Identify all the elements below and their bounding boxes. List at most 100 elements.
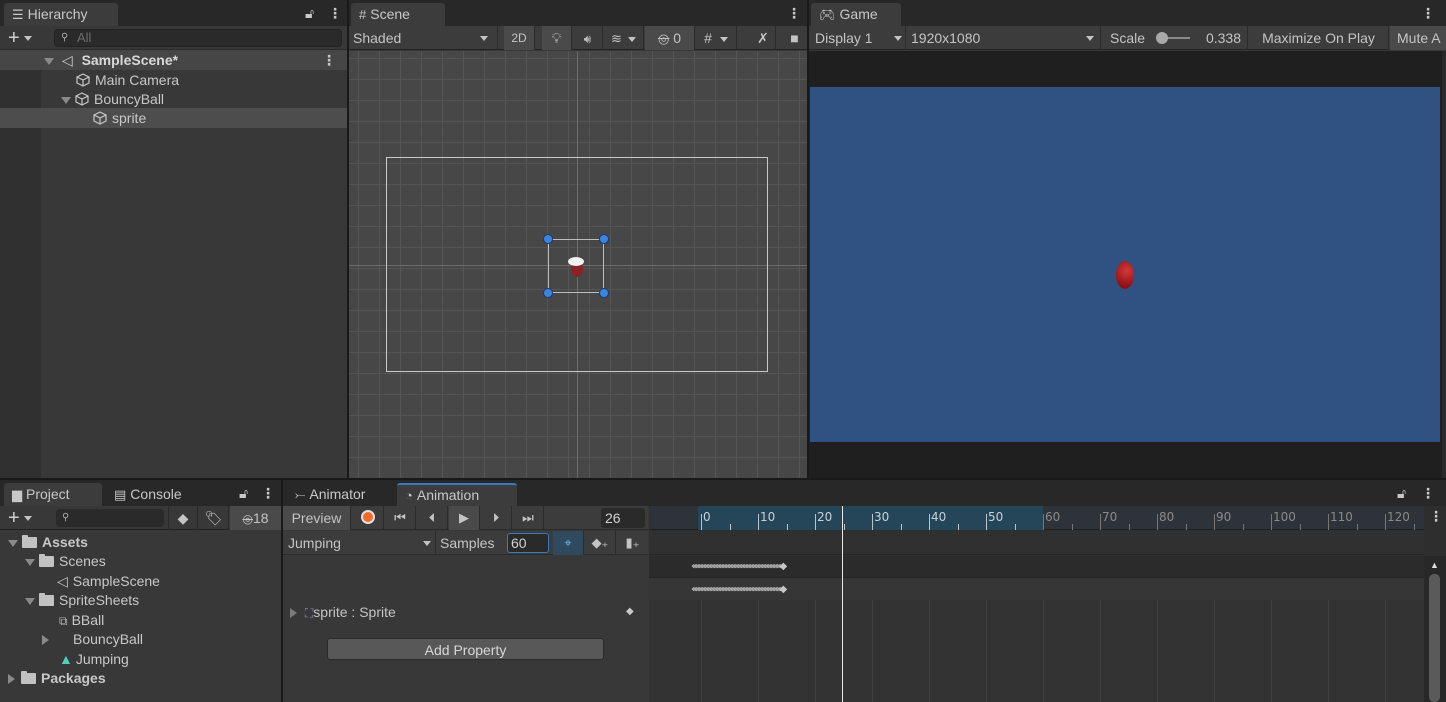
add-keyframe-button[interactable]: ◆₊	[585, 531, 616, 555]
add-event-button[interactable]: ▮₊	[617, 531, 648, 555]
hierarchy-search-input[interactable]: ⚲ All	[54, 29, 342, 47]
record-button[interactable]	[352, 506, 384, 530]
game-scrollbar[interactable]	[1442, 51, 1446, 478]
preview-toggle[interactable]: Preview	[283, 506, 351, 530]
audio-toggle[interactable]: 🔊︎	[573, 26, 603, 50]
tab-scene[interactable]: # Scene	[351, 3, 445, 26]
scale-slider-thumb[interactable]	[1156, 32, 1168, 44]
project-item-samplescene[interactable]: ◁ SampleScene	[0, 572, 281, 591]
hidden-count: 18	[252, 510, 269, 526]
lock-icon[interactable]: 🔓︎	[239, 483, 248, 503]
maximize-on-play-toggle[interactable]: Maximize On Play	[1249, 26, 1389, 50]
project-item-spritesheets[interactable]: SpriteSheets	[0, 591, 281, 610]
more-menu-icon[interactable]: ⋮	[261, 483, 275, 503]
scene-viewport[interactable]	[349, 51, 807, 478]
camera-button[interactable]: ■	[782, 26, 807, 50]
lock-icon[interactable]: 🔓︎	[305, 3, 314, 23]
display-dropdown[interactable]: Display 1	[809, 26, 906, 50]
clip-dropdown[interactable]: Jumping	[283, 531, 436, 555]
hierarchy-item-samplescene[interactable]: ◁ SampleScene* ⋮	[0, 50, 347, 70]
timeline[interactable]: 0 10 20 30 40 50 60 70 80 90 100 110 120 ⋮ ‹‹‹‹‹‹‹‹‹…	[649, 506, 1446, 702]
grid-snap-dropdown[interactable]: #	[696, 26, 737, 50]
mute-audio-toggle[interactable]: Mute A	[1390, 26, 1446, 50]
expand-arrow-icon[interactable]	[25, 597, 35, 605]
expand-arrow-icon[interactable]	[290, 608, 297, 619]
summary-keyframes[interactable]: ‹‹‹‹‹‹‹‹‹‹‹‹‹‹‹‹‹‹‹‹‹‹‹‹‹‹‹‹‹‹‹‹‹‹‹‹‹‹‹‹…	[691, 560, 1041, 574]
first-keyframe-button[interactable]: ⏮	[385, 506, 416, 530]
expand-arrow-icon[interactable]	[42, 635, 49, 646]
tab-animation[interactable]: ◔ Animation	[397, 483, 517, 506]
scroll-up-arrow-icon[interactable]: ▲	[1430, 560, 1439, 570]
expand-arrow-icon[interactable]	[25, 558, 35, 566]
hidden-packages-toggle[interactable]: ◎18	[230, 506, 281, 530]
project-item-bball[interactable]: ⧉ BBall	[0, 611, 281, 630]
keyframe-diamond-icon[interactable]: ◆	[626, 602, 634, 622]
lighting-toggle[interactable]: 💡︎	[542, 26, 572, 50]
tab-game[interactable]: 🎮︎ Game	[811, 3, 901, 26]
tab-console[interactable]: ▤ Console	[106, 483, 206, 506]
tab-project[interactable]: ▆ Project	[4, 483, 102, 506]
property-keyframes[interactable]: ‹‹‹‹‹‹‹‹‹‹‹‹‹‹‹‹‹‹‹‹‹‹‹‹‹‹‹‹‹‹‹‹‹‹‹‹‹‹‹‹…	[691, 583, 1041, 597]
more-menu-icon[interactable]: ⋮	[1421, 483, 1435, 503]
scene-visibility-toggle[interactable]: ◎ 0	[645, 26, 695, 50]
effects-dropdown[interactable]: ≋	[604, 26, 644, 50]
expand-arrow-icon[interactable]	[8, 539, 18, 547]
play-button[interactable]: ▶	[449, 506, 480, 530]
rect-handle-top-right[interactable]	[599, 234, 609, 244]
playhead[interactable]	[841, 506, 843, 702]
hierarchy-item-sprite[interactable]: sprite	[0, 108, 347, 128]
project-search-input[interactable]: ⚲	[56, 509, 164, 527]
game-render[interactable]	[810, 87, 1440, 442]
more-menu-icon[interactable]: ⋮	[328, 3, 342, 23]
project-item-label: BBall	[71, 612, 105, 628]
resolution-dropdown[interactable]: 1920x1080	[907, 26, 1101, 50]
last-keyframe-button[interactable]: ⏭	[513, 506, 544, 530]
hidden-eye-icon: ◎	[657, 31, 670, 46]
create-dropdown-button[interactable]: +	[8, 26, 32, 50]
timeline-ruler[interactable]: 0 10 20 30 40 50 60 70 80 90 100 110 120	[649, 506, 1424, 530]
project-item-packages[interactable]: Packages	[0, 669, 281, 688]
tab-animator[interactable]: ⤚ Animator	[287, 483, 395, 506]
expand-arrow-icon[interactable]	[8, 674, 15, 685]
project-item-bouncyball[interactable]: BouncyBall	[0, 630, 281, 649]
tools-button[interactable]: ✗	[751, 26, 776, 50]
snap-keyframes-toggle[interactable]: ⌖	[553, 531, 584, 555]
more-menu-icon[interactable]: ⋮	[1421, 3, 1435, 23]
lightbulb-icon: 💡︎	[551, 30, 562, 46]
ruler-menu-icon[interactable]: ⋮	[1429, 508, 1443, 525]
rect-handle-bottom-right[interactable]	[599, 288, 609, 298]
chevron-down-icon	[480, 36, 488, 41]
toggle-2d-button[interactable]: 2D	[504, 26, 535, 50]
rect-handle-bottom-left[interactable]	[543, 288, 553, 298]
scrollbar-thumb[interactable]	[1429, 574, 1440, 702]
lock-icon[interactable]: 🔓︎	[1397, 483, 1406, 503]
add-property-button[interactable]: Add Property	[327, 638, 604, 660]
hierarchy-item-main-camera[interactable]: Main Camera	[0, 70, 347, 90]
shading-mode-dropdown[interactable]: Shaded	[349, 26, 498, 50]
ruler-minor-tick	[900, 524, 902, 530]
project-item-assets[interactable]: Assets	[0, 533, 281, 552]
create-dropdown-button[interactable]: +	[8, 506, 32, 530]
expand-arrow-icon[interactable]	[44, 57, 54, 65]
ruler-tick-label: 40	[931, 510, 947, 524]
search-by-type-button[interactable]: ◆	[168, 506, 198, 530]
chevron-down-icon	[719, 36, 728, 42]
scene-menu-icon[interactable]: ⋮	[322, 50, 336, 70]
current-frame-field[interactable]: 26	[601, 508, 645, 528]
pivot-handle-icon[interactable]	[568, 257, 584, 266]
more-menu-icon[interactable]: ⋮	[787, 3, 801, 23]
previous-keyframe-button[interactable]: ⏴	[417, 506, 448, 530]
expand-arrow-icon[interactable]	[61, 96, 71, 104]
hierarchy-item-bouncyball[interactable]: BouncyBall	[0, 89, 347, 109]
search-by-label-button[interactable]: 🏷︎	[199, 506, 229, 530]
rect-handle-top-left[interactable]	[543, 234, 553, 244]
gameobject-cube-icon	[76, 73, 90, 87]
tab-hierarchy[interactable]: ☰ Hierarchy	[4, 3, 118, 26]
unity-scene-icon: ◁	[61, 52, 73, 68]
samples-input[interactable]: 60	[507, 533, 549, 553]
project-item-jumping[interactable]: ▲ Jumping	[0, 650, 281, 669]
property-row[interactable]: ⛶sprite : Sprite ◆	[283, 602, 648, 622]
next-keyframe-button[interactable]: ⏵	[481, 506, 512, 530]
timeline-scrollbar[interactable]: ▲	[1424, 556, 1446, 702]
project-item-scenes[interactable]: Scenes	[0, 552, 281, 571]
